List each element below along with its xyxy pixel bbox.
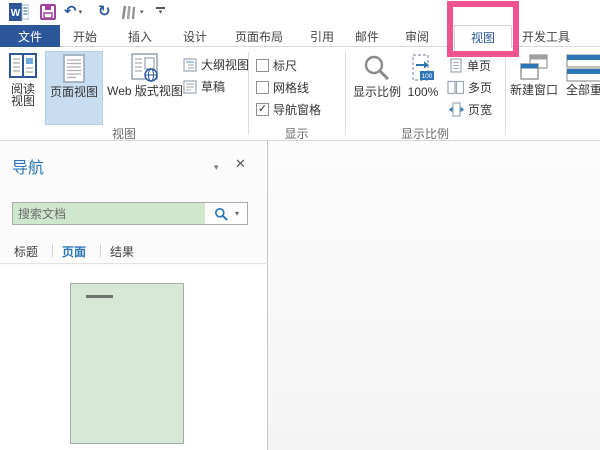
- web-layout-label: Web 版式视图: [107, 85, 183, 97]
- read-mode-button[interactable]: 阅读 视图: [3, 51, 43, 125]
- zoom-button[interactable]: 显示比例: [350, 51, 404, 125]
- tab-review[interactable]: 审阅: [395, 25, 439, 47]
- nav-tab-results[interactable]: 结果: [110, 243, 134, 260]
- search-input[interactable]: [13, 203, 205, 224]
- search-box[interactable]: ▾: [12, 202, 248, 225]
- svg-text:W: W: [11, 8, 21, 19]
- word-logo-icon[interactable]: W: [9, 3, 29, 21]
- navigation-close-icon[interactable]: ✕: [235, 156, 246, 172]
- ruler-checkbox-box[interactable]: [256, 59, 269, 72]
- ruler-checkbox[interactable]: 标尺: [256, 57, 297, 74]
- arrange-all-icon: [566, 54, 600, 82]
- page-width-button[interactable]: 页宽: [449, 101, 492, 118]
- tab-design[interactable]: 设计: [173, 25, 217, 47]
- web-layout-button[interactable]: Web 版式视图: [105, 51, 185, 125]
- arrange-all-button[interactable]: 全部重排: [564, 51, 600, 125]
- tab-separator: [100, 244, 101, 257]
- svg-text:100: 100: [422, 73, 433, 80]
- draft-view-button[interactable]: 草稿: [183, 78, 225, 95]
- tab-mailings[interactable]: 邮件: [345, 25, 389, 47]
- draft-view-icon: [183, 80, 197, 94]
- ruler-label: 标尺: [273, 57, 297, 74]
- undo-button[interactable]: ↶ ▾: [64, 3, 82, 21]
- tab-file[interactable]: 文件: [0, 25, 60, 47]
- outline-view-label: 大纲视图: [201, 56, 249, 73]
- zoom-100-button[interactable]: 100 100%: [404, 51, 442, 125]
- group-separator: [248, 52, 249, 134]
- search-dropdown-icon[interactable]: ▾: [235, 209, 239, 218]
- page-width-icon: [449, 102, 464, 117]
- print-layout-button[interactable]: 页面视图: [45, 51, 103, 125]
- multiple-pages-label: 多页: [468, 79, 492, 96]
- gridlines-checkbox[interactable]: 网格线: [256, 79, 309, 96]
- navigation-options-dropdown-icon[interactable]: ▾: [214, 162, 219, 173]
- navigation-pane-label: 导航窗格: [273, 101, 321, 118]
- read-mode-icon: [8, 51, 38, 81]
- tab-insert[interactable]: 插入: [118, 25, 162, 47]
- page-width-label: 页宽: [468, 101, 492, 118]
- nav-tab-headings[interactable]: 标题: [14, 243, 38, 260]
- navigation-pane-title: 导航: [12, 154, 44, 178]
- customize-qat-button[interactable]: ▾: [156, 7, 165, 16]
- new-window-icon: [519, 54, 549, 82]
- ribbon-view-panel: 阅读 视图 页面视图: [0, 47, 600, 140]
- gridlines-checkbox-box[interactable]: [256, 81, 269, 94]
- navigation-pane: 导航 ▾ ✕ ▾ 标题 页面 结果: [0, 141, 268, 450]
- search-icon[interactable]: [214, 207, 228, 221]
- tab-page-layout[interactable]: 页面布局: [222, 25, 296, 47]
- tab-separator: [52, 244, 53, 257]
- redo-button[interactable]: ↻: [98, 3, 111, 21]
- new-window-button[interactable]: 新建窗口: [508, 51, 560, 125]
- read-mode-label-line2: 视图: [11, 95, 35, 107]
- outline-view-button[interactable]: 大纲视图: [183, 56, 249, 73]
- undo-dropdown-icon[interactable]: ▾: [79, 8, 83, 16]
- one-page-label: 单页: [467, 57, 491, 74]
- zoom-magnifier-icon: [363, 54, 391, 84]
- word-window: W ↶ ▾ ↻ ▾ ▾: [0, 0, 600, 450]
- pens-dropdown-icon[interactable]: ▾: [140, 8, 144, 16]
- one-page-button[interactable]: 单页: [449, 57, 491, 74]
- navigation-pane-checkbox[interactable]: ✓ 导航窗格: [256, 101, 321, 118]
- group-separator: [345, 52, 346, 134]
- tab-developer[interactable]: 开发工具: [512, 25, 580, 47]
- tab-home[interactable]: 开始: [63, 25, 107, 47]
- pens-icon: [118, 4, 138, 20]
- navigation-pages-list: [0, 265, 267, 450]
- page-thumbnail[interactable]: [70, 283, 184, 444]
- highlight-box: [447, 1, 519, 57]
- draft-view-label: 草稿: [201, 78, 225, 95]
- web-layout-icon: [130, 53, 160, 83]
- redo-icon: ↻: [98, 3, 111, 21]
- gridlines-label: 网格线: [273, 79, 309, 96]
- navigation-pane-checkbox-box[interactable]: ✓: [256, 103, 269, 116]
- new-window-label: 新建窗口: [510, 84, 558, 96]
- multiple-pages-button[interactable]: 多页: [447, 79, 492, 96]
- zoom-label: 显示比例: [353, 86, 401, 98]
- qat-caret-icon: ▾: [159, 10, 163, 16]
- one-page-icon: [449, 58, 463, 73]
- zoom-100-label: 100%: [408, 86, 439, 98]
- draw-pens-button[interactable]: ▾: [118, 4, 144, 20]
- thumbnail-text-line: [86, 295, 113, 298]
- arrange-all-label: 全部重排: [566, 84, 600, 96]
- zoom-100-icon: 100: [411, 54, 435, 84]
- nav-tab-pages[interactable]: 页面: [62, 243, 86, 260]
- navigation-tabs: 标题 页面 结果: [0, 237, 268, 264]
- print-layout-label: 页面视图: [50, 86, 98, 98]
- save-icon[interactable]: [40, 4, 56, 20]
- multiple-pages-icon: [447, 80, 464, 95]
- document-area[interactable]: [268, 141, 600, 450]
- group-separator: [505, 52, 506, 134]
- print-layout-icon: [63, 54, 85, 84]
- undo-icon: ↶: [64, 3, 77, 21]
- outline-view-icon: [183, 58, 197, 72]
- tab-references[interactable]: 引用: [300, 25, 344, 47]
